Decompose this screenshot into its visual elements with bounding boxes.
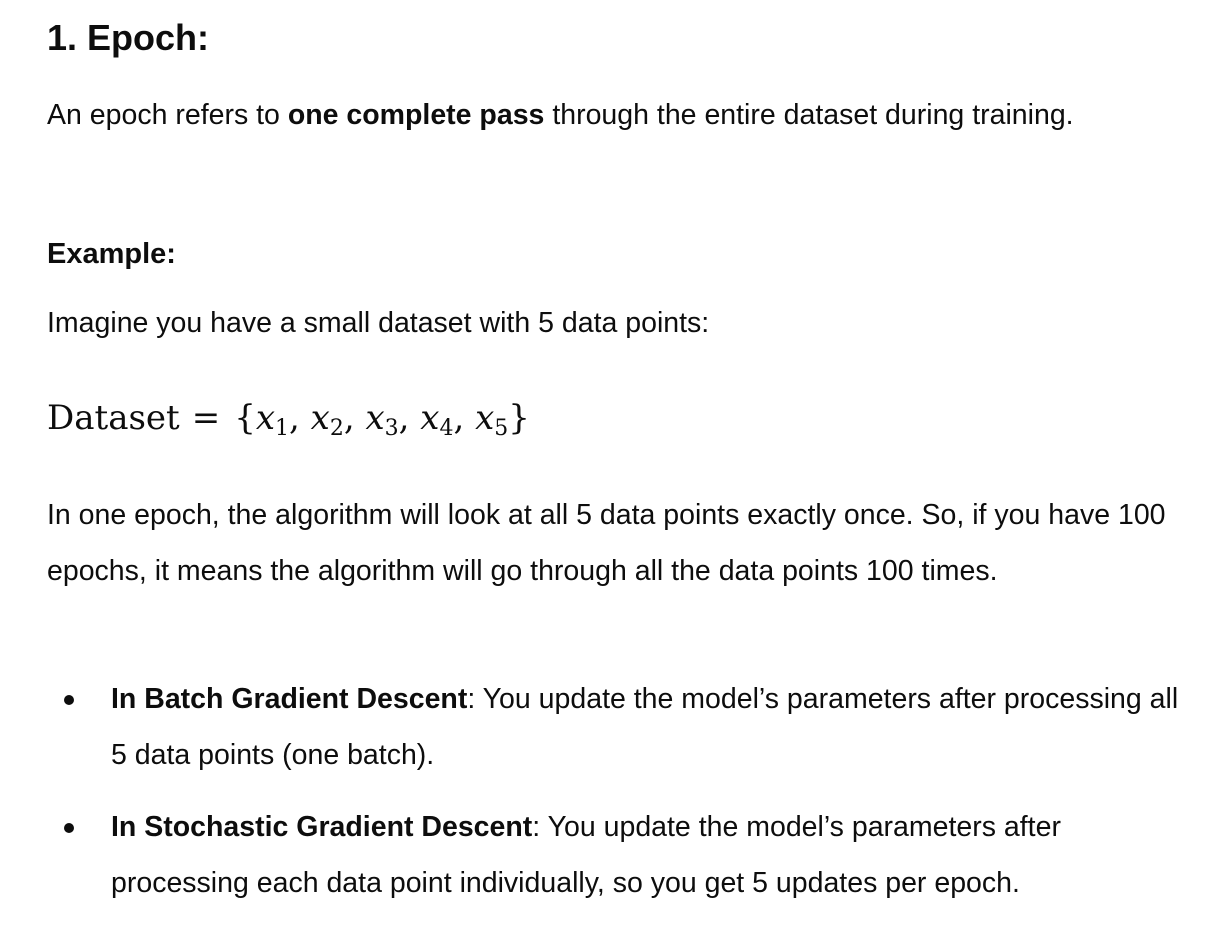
formula-subscript: 1 — [275, 416, 290, 441]
formula-open-brace: { — [234, 398, 256, 438]
formula-variable: x — [310, 398, 330, 438]
formula-variable: x — [365, 398, 385, 438]
formula-subscript: 4 — [439, 416, 454, 441]
formula-separator: , — [289, 398, 311, 438]
formula-terms: x1, x2, x3, x4, x5 — [255, 398, 509, 441]
formula-separator: , — [343, 398, 366, 438]
formula-variable: x — [420, 398, 440, 438]
formula-lhs: Dataset — [47, 398, 180, 438]
example-heading: Example: — [47, 238, 176, 270]
definition-emphasis: one complete pass — [287, 99, 545, 131]
formula-variable: x — [475, 398, 495, 438]
gradient-descent-list: In Batch Gradient Descent: You update th… — [47, 671, 1197, 927]
formula-variable: x — [255, 398, 276, 438]
formula-subscript: 3 — [384, 416, 399, 441]
formula-subscript: 5 — [494, 416, 509, 441]
example-intro: Imagine you have a small dataset with 5 … — [47, 307, 710, 339]
definition-text-end: through the entire dataset during traini… — [544, 99, 1074, 131]
bullet-icon — [64, 823, 74, 833]
formula-separator: , — [453, 398, 476, 438]
formula-separator: , — [398, 398, 421, 438]
list-item-title: In Batch Gradient Descent — [111, 683, 468, 715]
list-item: In Stochastic Gradient Descent: You upda… — [47, 799, 1197, 911]
formula-equals: = — [191, 398, 221, 438]
list-item-title: In Stochastic Gradient Descent — [111, 811, 533, 843]
formula-subscript: 2 — [329, 416, 344, 441]
formula-close-brace: } — [508, 398, 530, 438]
definition-text-start: An epoch refers to — [47, 99, 288, 131]
dataset-formula: Dataset = {x1, x2, x3, x4, x5} — [47, 392, 530, 444]
epoch-explanation: In one epoch, the algorithm will look at… — [47, 499, 1166, 587]
list-item: In Batch Gradient Descent: You update th… — [47, 671, 1197, 783]
bullet-icon — [64, 695, 74, 705]
section-heading: 1. Epoch: — [47, 17, 210, 58]
epoch-definition: An epoch refers to one complete pass thr… — [47, 87, 1195, 143]
